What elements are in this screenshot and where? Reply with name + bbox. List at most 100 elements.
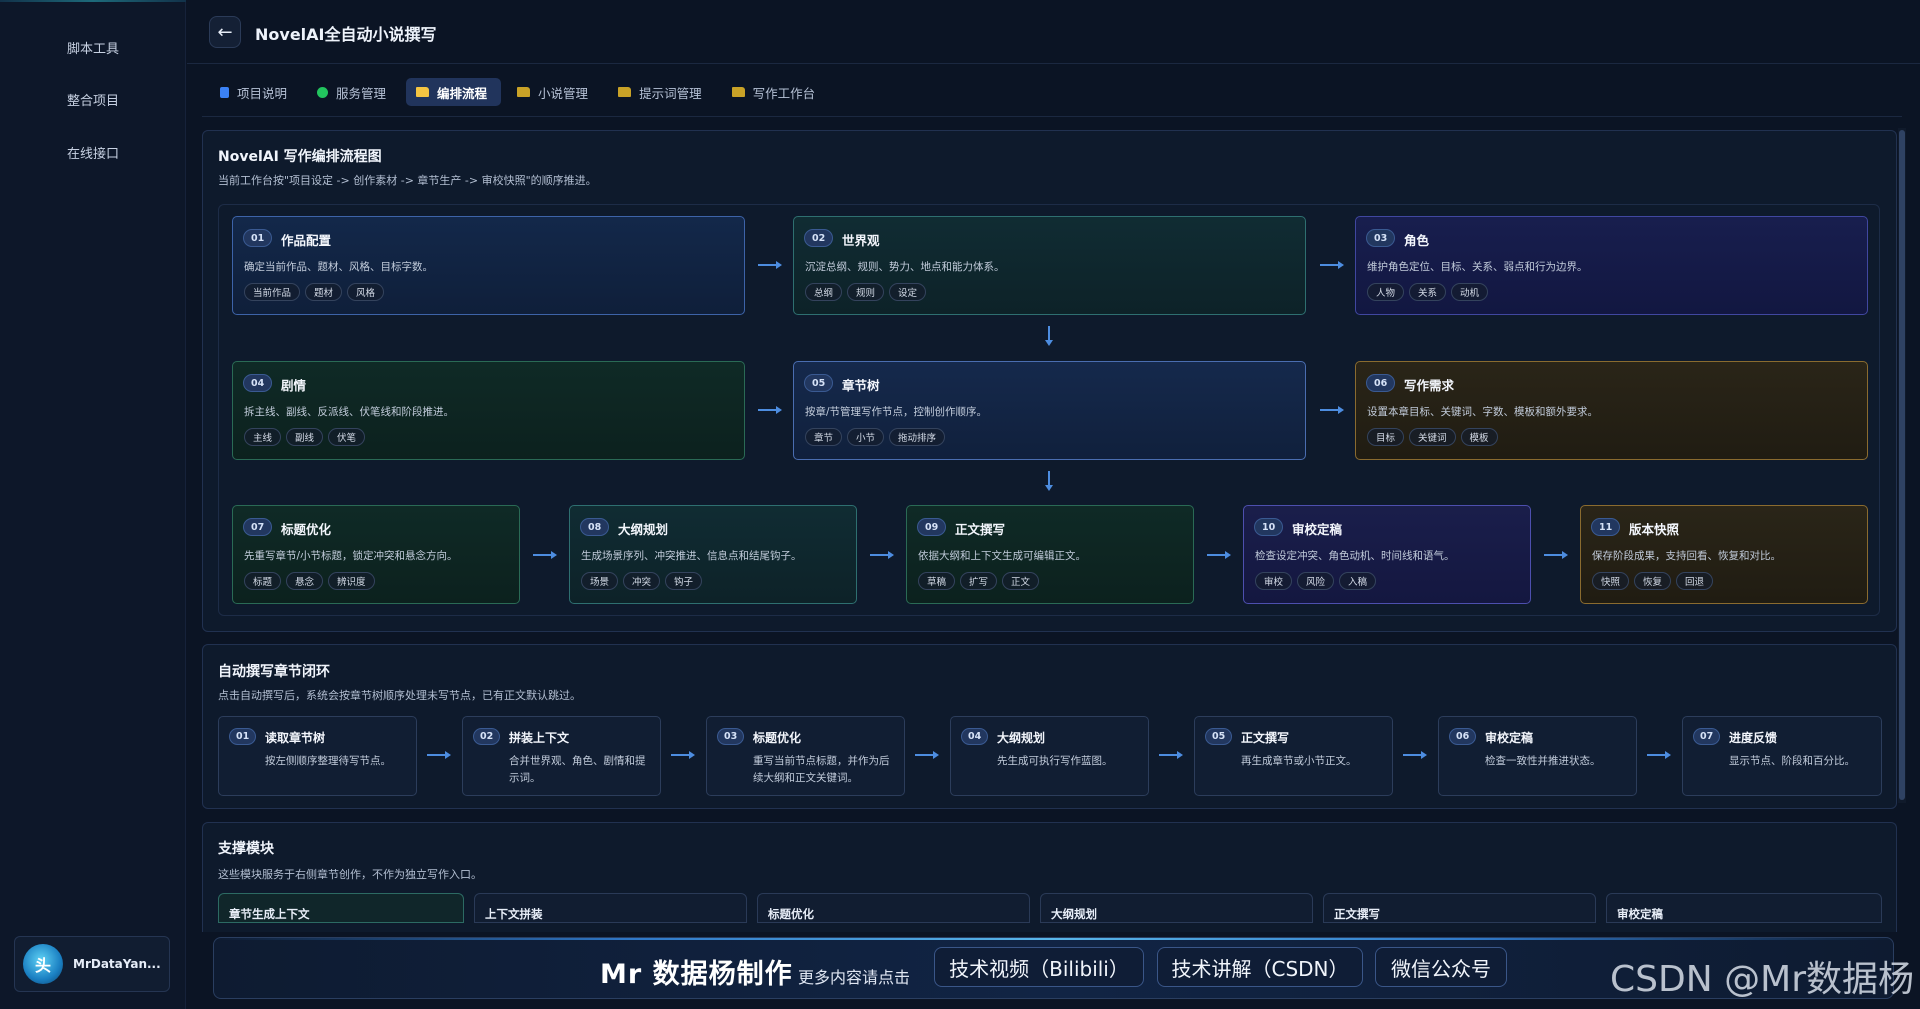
step-description: 再生成章节或小节正文。 <box>1241 755 1357 767</box>
step-title: 大纲规划 <box>618 522 669 537</box>
folder-icon <box>731 87 745 97</box>
flow-card-07[interactable]: 07 标题优化 先重写章节/小节标题，锁定冲突和悬念方向。 标题 悬念 辨识度 <box>232 505 520 604</box>
tag: 设定 <box>889 283 927 301</box>
step-title: 写作需求 <box>1404 378 1455 393</box>
flow-card-09[interactable]: 09 正文撰写 依据大纲和上下文生成可编辑正文。 草稿 扩写 正文 <box>906 505 1194 604</box>
support-module-context-assembly[interactable]: 上下文拼装 <box>474 893 747 923</box>
support-module-outline[interactable]: 大纲规划 <box>1040 893 1313 923</box>
back-button[interactable]: ← <box>209 16 241 48</box>
flow-card-08[interactable]: 08 大纲规划 生成场景序列、冲突推进、信息点和结尾钩子。 场景 冲突 钩子 <box>569 505 857 604</box>
banner-title: Mr 数据杨制作 <box>600 959 793 990</box>
tag: 快照 <box>1592 572 1630 590</box>
support-description: 这些模块服务于右侧章节创作，不作为独立写作入口。 <box>218 868 482 881</box>
tag: 模板 <box>1460 428 1498 446</box>
step-title: 剧情 <box>281 378 307 393</box>
banner-subtitle: 更多内容请点击 <box>798 968 911 987</box>
step-title: 作品配置 <box>281 233 332 248</box>
tag: 伏笔 <box>328 428 366 446</box>
sidebar-item-online-api[interactable]: 在线接口 <box>0 143 186 162</box>
step-number: 08 <box>580 518 610 536</box>
tab-label: 提示词管理 <box>639 85 702 101</box>
tab-label: 项目说明 <box>237 85 288 101</box>
document-icon <box>220 86 229 98</box>
step-description: 确定当前作品、题材、风格、目标字数。 <box>244 261 433 273</box>
step-number: 01 <box>243 229 273 247</box>
tab-label: 服务管理 <box>336 85 387 101</box>
loop-arrow <box>671 751 695 759</box>
loop-step-02[interactable]: 02 拼装上下文 合并世界观、角色、剧情和提示词。 <box>462 716 661 796</box>
loop-step-01[interactable]: 01 读取章节树 按左侧顺序整理待写节点。 <box>218 716 417 796</box>
step-description: 先重写章节/小节标题，锁定冲突和悬念方向。 <box>244 550 458 562</box>
csdn-link-button[interactable]: 技术讲解（CSDN） <box>1157 947 1363 987</box>
tag: 辨识度 <box>328 572 375 590</box>
loop-step-05[interactable]: 05 正文撰写 再生成章节或小节正文。 <box>1194 716 1393 796</box>
sidebar-item-integrated-projects[interactable]: 整合项目 <box>0 90 186 109</box>
tab-service-management[interactable]: 服务管理 <box>307 78 400 106</box>
step-title: 角色 <box>1404 233 1430 248</box>
support-module-chapter-context[interactable]: 章节生成上下文 <box>218 893 464 923</box>
tag: 入稿 <box>1339 572 1377 590</box>
loop-step-06[interactable]: 06 审校定稿 检查一致性并推进状态。 <box>1438 716 1637 796</box>
step-number: 11 <box>1591 518 1621 536</box>
loop-step-04[interactable]: 04 大纲规划 先生成可执行写作蓝图。 <box>950 716 1149 796</box>
loop-arrow <box>1159 751 1183 759</box>
support-title: 支撑模块 <box>218 841 274 857</box>
step-description: 检查一致性并推进状态。 <box>1485 755 1601 767</box>
step-number: 10 <box>1254 518 1284 536</box>
step-title: 拼装上下文 <box>509 731 570 745</box>
loop-description: 点击自动撰写后，系统会按章节树顺序处理未写节点，已有正文默认跳过。 <box>218 689 581 702</box>
flow-arrow-down <box>1045 326 1053 346</box>
flow-title: NovelAI 写作编排流程图 <box>218 149 382 165</box>
tab-project-intro[interactable]: 项目说明 <box>210 78 301 106</box>
tab-label: 写作工作台 <box>752 85 816 101</box>
step-number: 04 <box>961 728 989 745</box>
step-number: 07 <box>243 518 273 536</box>
support-module-writing[interactable]: 正文撰写 <box>1323 893 1596 923</box>
user-card[interactable]: 头 MrDataYan... <box>14 936 170 992</box>
tag: 恢复 <box>1634 572 1672 590</box>
loop-arrow <box>1647 751 1671 759</box>
flow-card-05[interactable]: 05 章节树 按章/节管理写作节点，控制创作顺序。 章节 小节 拖动排序 <box>793 361 1306 460</box>
step-title: 章节树 <box>842 378 880 393</box>
bilibili-link-button[interactable]: 技术视频（Bilibili） <box>934 947 1144 987</box>
flow-card-02[interactable]: 02 世界观 沉淀总纲、规则、势力、地点和能力体系。 总纲 规则 设定 <box>793 216 1306 315</box>
step-description: 按章/节管理写作节点，控制创作顺序。 <box>805 406 988 418</box>
arrow-left-icon: ← <box>217 21 233 43</box>
tab-novel-management[interactable]: 小说管理 <box>507 78 602 106</box>
flow-card-04[interactable]: 04 剧情 拆主线、副线、反派线、伏笔线和阶段推进。 主线 副线 伏笔 <box>232 361 745 460</box>
sidebar-item-script-tools[interactable]: 脚本工具 <box>0 38 186 57</box>
tab-writing-workbench[interactable]: 写作工作台 <box>722 78 830 106</box>
tag: 当前作品 <box>244 283 301 301</box>
tag: 风格 <box>347 283 385 301</box>
step-description: 先生成可执行写作蓝图。 <box>997 755 1113 767</box>
scrollbar-thumb[interactable] <box>1899 130 1905 800</box>
flow-card-11[interactable]: 11 版本快照 保存阶段成果，支持回看、恢复和对比。 快照 恢复 回退 <box>1580 505 1868 604</box>
loop-step-03[interactable]: 03 标题优化 重写当前节点标题，并作为后续大纲和正文关键词。 <box>706 716 905 796</box>
support-module-review[interactable]: 审校定稿 <box>1606 893 1882 923</box>
step-title: 大纲规划 <box>997 731 1046 745</box>
flow-card-03[interactable]: 03 角色 维护角色定位、目标、关系、弱点和行为边界。 人物 关系 动机 <box>1355 216 1868 315</box>
step-description: 重写当前节点标题，并作为后续大纲和正文关键词。 <box>753 755 890 784</box>
tab-orchestration-flow[interactable]: 编排流程 <box>406 78 502 106</box>
flow-card-01[interactable]: 01 作品配置 确定当前作品、题材、风格、目标字数。 当前作品 题材 风格 <box>232 216 745 315</box>
flow-card-06[interactable]: 06 写作需求 设置本章目标、关键词、字数、模板和额外要求。 目标 关键词 模板 <box>1355 361 1868 460</box>
wechat-link-button[interactable]: 微信公众号 <box>1375 947 1507 987</box>
flow-arrow-down <box>1045 471 1053 491</box>
step-description: 显示节点、阶段和百分比。 <box>1729 755 1855 767</box>
tag: 章节 <box>805 428 843 446</box>
loop-step-07[interactable]: 07 进度反馈 显示节点、阶段和百分比。 <box>1682 716 1882 796</box>
step-number: 07 <box>1693 728 1721 745</box>
support-module-title-optimize[interactable]: 标题优化 <box>757 893 1030 923</box>
tab-prompt-management[interactable]: 提示词管理 <box>608 78 716 106</box>
step-description: 保存阶段成果，支持回看、恢复和对比。 <box>1592 550 1781 562</box>
tag: 副线 <box>286 428 324 446</box>
tag: 拖动排序 <box>889 428 946 446</box>
step-title: 审校定稿 <box>1292 522 1343 537</box>
tag: 回退 <box>1676 572 1714 590</box>
avatar: 头 <box>23 944 63 984</box>
step-title: 进度反馈 <box>1729 731 1778 745</box>
folder-icon <box>517 87 531 97</box>
step-title: 版本快照 <box>1629 522 1680 537</box>
user-name: MrDataYan... <box>73 957 161 971</box>
flow-card-10[interactable]: 10 审校定稿 检查设定冲突、角色动机、时间线和语气。 审校 风险 入稿 <box>1243 505 1531 604</box>
